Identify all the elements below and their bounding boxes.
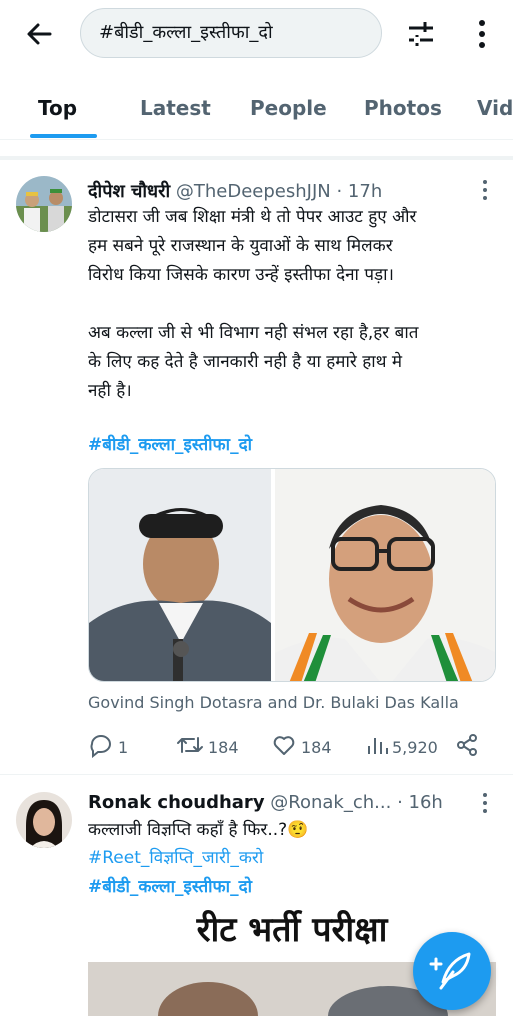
search-input[interactable]: #बीडी_कल्ला_इस्तीफा_दो xyxy=(80,8,382,58)
avatar[interactable] xyxy=(16,176,72,232)
share-icon xyxy=(454,732,484,762)
tweet-text: कल्लाजी विज्ञप्ति कहाँ है फिर..?🤨 xyxy=(88,820,309,840)
tweet-text: डोटासरा जी जब शिक्षा मंत्री थे तो पेपर आ… xyxy=(88,207,419,401)
divider xyxy=(0,774,513,775)
back-arrow-icon[interactable] xyxy=(22,17,56,51)
tweet-actions: 1 184 184 5,920 xyxy=(88,732,498,762)
retweet-icon xyxy=(176,732,208,762)
retweet-button[interactable]: 184 xyxy=(176,732,239,762)
avatar[interactable] xyxy=(16,792,72,848)
hashtag-link[interactable]: #बीडी_कल्ला_इस्तीफा_दो xyxy=(88,874,252,897)
tweet-header: Ronak choudhary @Ronak_ch... · 16h xyxy=(88,792,443,813)
tweet-more-icon[interactable] xyxy=(475,178,495,202)
tweet-time: · 17h xyxy=(336,181,383,202)
views-button[interactable]: 5,920 xyxy=(366,732,438,762)
media-caption: Govind Singh Dotasra and Dr. Bulaki Das … xyxy=(88,693,459,712)
search-tabs: Top Latest People Photos Vid xyxy=(0,82,513,140)
reply-button[interactable]: 1 xyxy=(88,732,128,762)
compose-feather-icon xyxy=(413,952,491,1014)
analytics-icon xyxy=(366,732,392,762)
author-name[interactable]: Ronak choudhary xyxy=(88,792,265,813)
like-count: 184 xyxy=(301,737,332,757)
author-handle[interactable]: @TheDeepeshJJN xyxy=(176,181,331,202)
tab-videos[interactable]: Vid xyxy=(477,96,513,120)
active-tab-indicator xyxy=(30,134,97,138)
tab-latest[interactable]: Latest xyxy=(140,96,211,120)
divider xyxy=(0,156,513,160)
tab-photos[interactable]: Photos xyxy=(364,96,442,120)
filter-sliders-icon[interactable] xyxy=(405,18,437,50)
author-handle[interactable]: @Ronak_ch... xyxy=(270,792,391,813)
heart-icon xyxy=(271,732,301,762)
hashtag-link[interactable]: #बीडी_कल्ला_इस्तीफा_दो xyxy=(88,432,252,455)
compose-tweet-button[interactable] xyxy=(413,932,491,1010)
tweet-header: दीपेश चौधरी @TheDeepeshJJN · 17h xyxy=(88,179,382,203)
reply-count: 1 xyxy=(118,737,129,757)
like-button[interactable]: 184 xyxy=(271,732,332,762)
tweet-image[interactable] xyxy=(88,468,496,682)
tab-people[interactable]: People xyxy=(250,96,327,120)
hashtag-link[interactable]: #Reet_विज्ञप्ति_जारी_करो xyxy=(88,845,263,868)
retweet-count: 184 xyxy=(208,737,239,757)
tweet-time: · 16h xyxy=(397,792,443,813)
reply-icon xyxy=(88,732,118,762)
tweet-more-icon[interactable] xyxy=(475,791,495,815)
share-button[interactable] xyxy=(454,732,484,762)
author-name[interactable]: दीपेश चौधरी xyxy=(88,181,170,202)
view-count: 5,920 xyxy=(392,737,438,757)
tab-top[interactable]: Top xyxy=(38,96,77,120)
more-vertical-icon[interactable] xyxy=(470,18,494,50)
top-bar: #बीडी_कल्ला_इस्तीफा_दो xyxy=(0,0,513,68)
